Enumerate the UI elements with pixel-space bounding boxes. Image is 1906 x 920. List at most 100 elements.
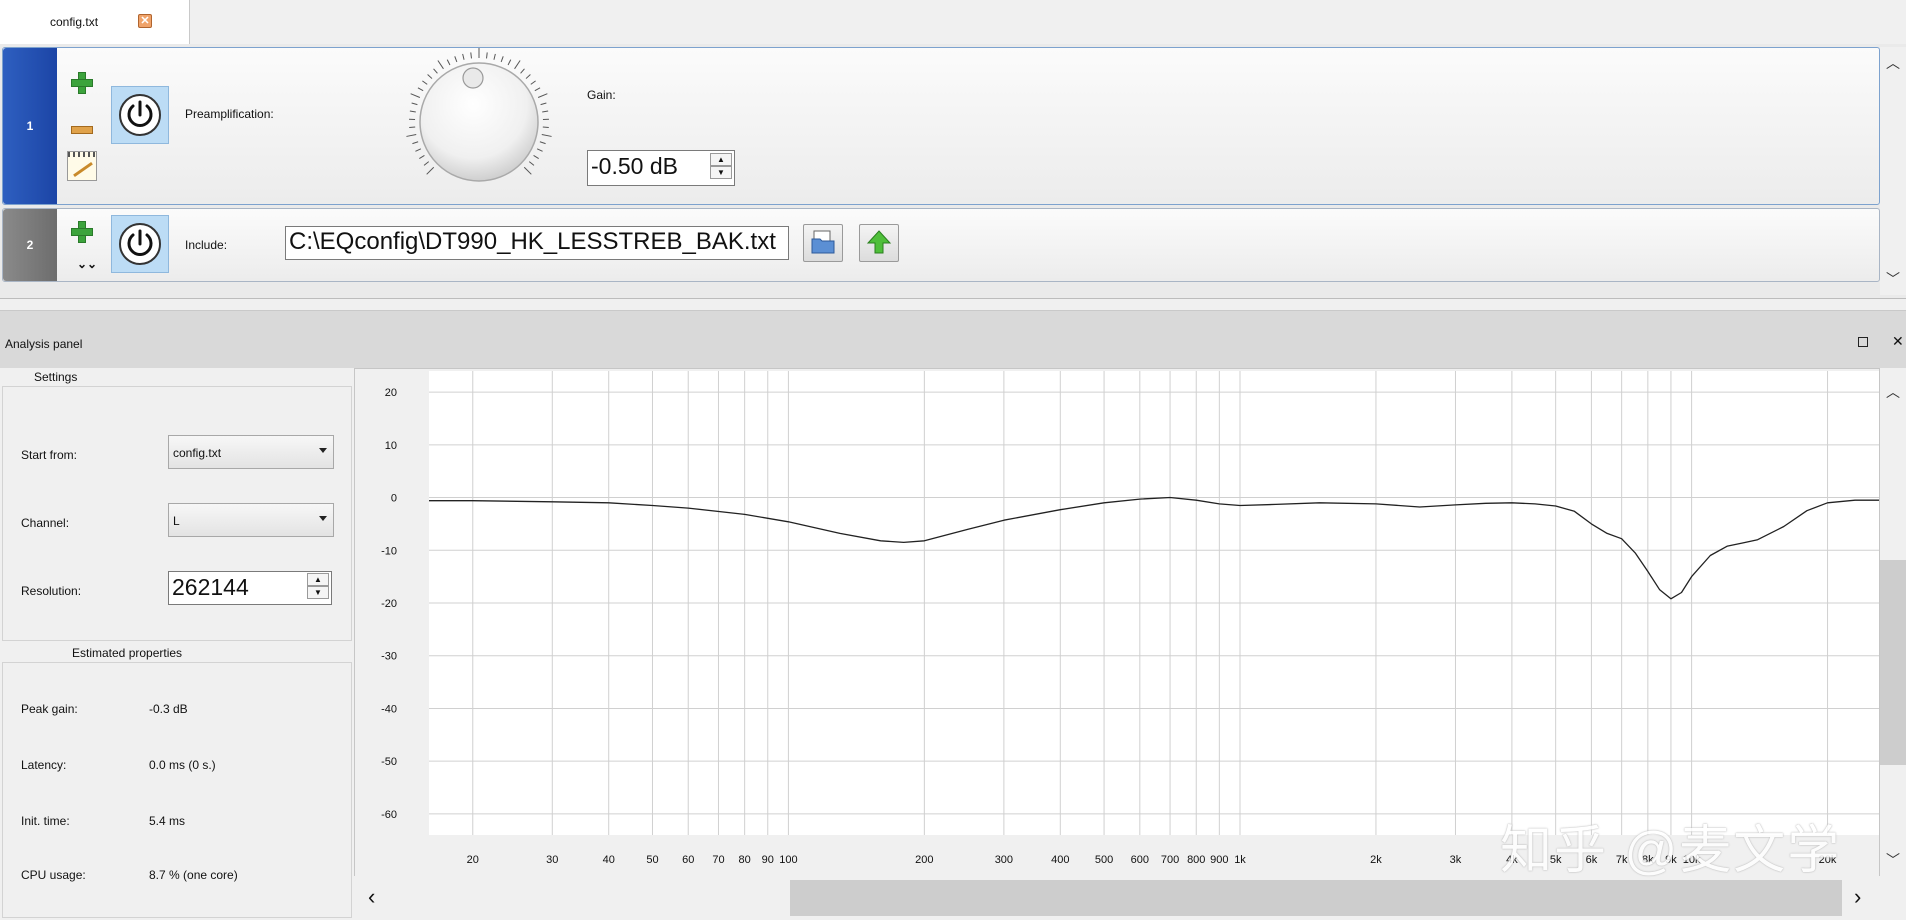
- tab-close-icon[interactable]: ✕: [138, 14, 152, 28]
- y-tick-label: -20: [381, 598, 397, 610]
- tab-label: config.txt: [50, 15, 99, 29]
- chevron-down-icon: [319, 516, 327, 521]
- y-tick-label: 10: [385, 440, 397, 452]
- upload-arrow-icon: [866, 230, 892, 254]
- settings-title: Settings: [30, 370, 82, 384]
- gain-value: -0.50 dB: [591, 153, 678, 179]
- scroll-left-icon[interactable]: ‹: [368, 884, 375, 910]
- scroll-up-icon[interactable]: ︿: [1886, 53, 1900, 73]
- spin-up-arrow-icon[interactable]: ▲: [307, 573, 329, 586]
- x-tick-label: 60: [682, 854, 694, 866]
- frequency-response-chart: 20 30 40 50 60 70 80 90 100 200 300 400 500 600 700 800…: [381, 371, 1879, 866]
- folder-open-icon: [811, 230, 835, 254]
- go-to-file-button[interactable]: [859, 224, 899, 262]
- panel-title: Analysis panel: [5, 337, 83, 351]
- tab-config[interactable]: config.txt ✕: [0, 0, 190, 44]
- x-tick-label: 500: [1095, 854, 1113, 866]
- scroll-down-icon[interactable]: ﹀: [1886, 850, 1900, 870]
- x-tick-label: 90: [762, 854, 774, 866]
- preamp-label: Preamplification:: [185, 107, 274, 121]
- resolution-spinbox[interactable]: 262144 ▲ ▼: [168, 571, 332, 605]
- x-tick-label: 20: [467, 854, 479, 866]
- init-time-value: 5.4 ms: [149, 814, 186, 828]
- collapse-chevrons-icon[interactable]: ⌄⌄: [77, 257, 97, 271]
- close-panel-icon[interactable]: ✕: [1892, 333, 1904, 350]
- start-from-label: Start from:: [21, 448, 78, 462]
- gain-knob[interactable]: [399, 42, 559, 202]
- estimated-title: Estimated properties: [68, 646, 187, 660]
- x-tick-label: 1k: [1234, 854, 1246, 866]
- gain-spin-arrows[interactable]: ▲ ▼: [710, 153, 732, 179]
- power-toggle-button[interactable]: [111, 86, 169, 144]
- x-tick-label: 700: [1161, 854, 1179, 866]
- row-number[interactable]: 1: [3, 48, 57, 204]
- spin-down-arrow-icon[interactable]: ▼: [307, 586, 329, 599]
- x-tick-label: 900: [1210, 854, 1228, 866]
- y-tick-label: -50: [381, 756, 397, 768]
- x-tick-label: 3k: [1450, 854, 1462, 866]
- gain-label: Gain:: [587, 88, 616, 102]
- x-tick-label: 40: [603, 854, 615, 866]
- scroll-down-icon[interactable]: ﹀: [1886, 269, 1900, 289]
- channel-select[interactable]: L: [168, 503, 334, 537]
- y-tick-label: 0: [391, 493, 397, 505]
- y-tick-label: -40: [381, 703, 397, 715]
- y-tick-label: -30: [381, 651, 397, 663]
- channel-label: Channel:: [21, 516, 70, 530]
- add-filter-icon[interactable]: [71, 221, 93, 243]
- y-tick-label: -10: [381, 545, 397, 557]
- resolution-spin-arrows[interactable]: ▲ ▼: [307, 573, 329, 599]
- start-from-value: config.txt: [173, 446, 222, 460]
- analysis-panel-header: Analysis panel ✕: [0, 310, 1906, 369]
- x-tick-label: 100: [779, 854, 797, 866]
- analysis-side-panel: Settings Start from: config.txt Channel:…: [0, 368, 354, 920]
- resolution-label: Resolution:: [21, 584, 82, 598]
- filter-row-preamp[interactable]: 1 Preamplification: Gain: -0.50 dB ▲ ▼: [2, 47, 1880, 205]
- x-tick-label: 70: [712, 854, 724, 866]
- graph-vertical-scroll-thumb[interactable]: [1880, 560, 1906, 765]
- latency-label: Latency:: [21, 758, 67, 772]
- x-tick-label: 200: [915, 854, 933, 866]
- x-tick-label: 600: [1131, 854, 1149, 866]
- x-tick-label: 800: [1187, 854, 1205, 866]
- add-filter-icon[interactable]: [71, 72, 93, 94]
- chevron-down-icon: [319, 448, 327, 453]
- peak-gain-label: Peak gain:: [21, 702, 78, 716]
- tab-bar: config.txt ✕: [0, 0, 1906, 45]
- cpu-usage-label: CPU usage:: [21, 868, 86, 882]
- x-tick-label: 2k: [1370, 854, 1382, 866]
- resolution-value: 262144: [172, 574, 249, 600]
- peak-gain-value: -0.3 dB: [149, 702, 188, 716]
- power-icon: [119, 223, 161, 265]
- graph-horizontal-scroll-thumb[interactable]: [790, 880, 1842, 916]
- edit-notepad-icon[interactable]: [67, 151, 97, 181]
- open-file-button[interactable]: [803, 224, 843, 262]
- knob-dial-icon: [406, 48, 552, 182]
- power-toggle-button[interactable]: [111, 215, 169, 273]
- x-tick-label: 300: [995, 854, 1013, 866]
- include-path-input[interactable]: C:\EQconfig\DT990_HK_LESSTREB_BAK.txt: [285, 226, 789, 260]
- remove-filter-icon[interactable]: [71, 126, 93, 134]
- include-label: Include:: [185, 238, 228, 252]
- x-tick-label: 80: [739, 854, 751, 866]
- float-panel-icon[interactable]: [1858, 337, 1868, 347]
- init-time-label: Init. time:: [21, 814, 70, 828]
- power-icon: [119, 94, 161, 136]
- y-tick-label: -60: [381, 809, 397, 821]
- y-tick-label: 20: [385, 387, 397, 399]
- watermark-text: 知乎 @麦文学: [1500, 822, 1842, 880]
- channel-value: L: [173, 514, 180, 528]
- row-number[interactable]: 2: [3, 209, 57, 281]
- latency-value: 0.0 ms (0 s.): [149, 758, 216, 772]
- spin-up-arrow-icon[interactable]: ▲: [710, 153, 732, 166]
- filter-list-scrollbar[interactable]: ︿ ﹀: [1880, 47, 1906, 295]
- scroll-up-icon[interactable]: ︿: [1886, 382, 1900, 402]
- x-tick-label: 400: [1051, 854, 1069, 866]
- start-from-select[interactable]: config.txt: [168, 435, 334, 469]
- x-tick-label: 50: [646, 854, 658, 866]
- filter-row-include[interactable]: 2 ⌄⌄ Include: C:\EQconfig\DT990_HK_LESST…: [2, 208, 1880, 282]
- scroll-right-icon[interactable]: ›: [1854, 884, 1861, 910]
- cpu-usage-value: 8.7 % (one core): [149, 868, 238, 882]
- spin-down-arrow-icon[interactable]: ▼: [710, 166, 732, 179]
- gain-spinbox[interactable]: -0.50 dB ▲ ▼: [587, 150, 735, 186]
